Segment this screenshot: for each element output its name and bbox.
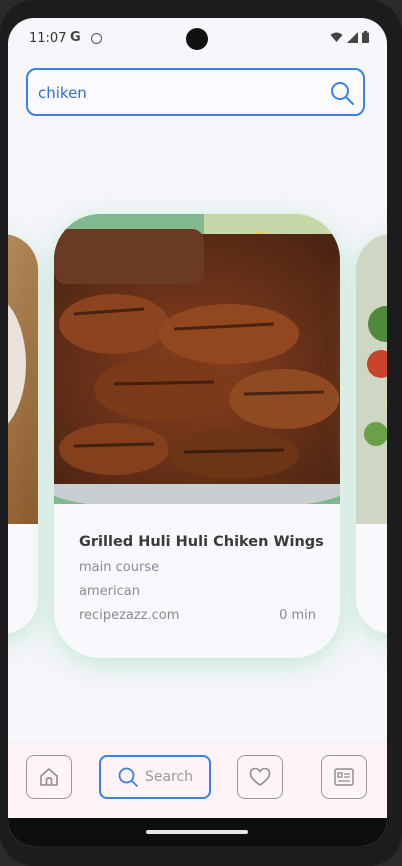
recipe-card-next[interactable]	[356, 234, 387, 634]
google-icon: G	[70, 30, 81, 45]
recipe-card-previous[interactable]	[8, 234, 38, 634]
home-indicator[interactable]	[146, 830, 248, 834]
nav-favorites-button[interactable]	[237, 755, 283, 799]
camera-cutout	[186, 28, 208, 50]
nav-search-button[interactable]: Search	[99, 755, 211, 799]
bottom-navigation: Search	[8, 742, 387, 819]
recipe-image	[356, 234, 387, 524]
recipe-image	[8, 234, 38, 524]
nav-search-label: Search	[144, 769, 194, 785]
recipe-time: 0 min	[279, 608, 316, 623]
status-time: 11:07	[29, 31, 67, 46]
signal-icon	[347, 31, 358, 43]
notification-icon	[91, 33, 102, 44]
search-icon	[118, 767, 138, 787]
recipe-category: main course	[79, 560, 160, 575]
device-frame: 11:07 G chiken Grilled Huli Huli Chiken …	[0, 0, 402, 866]
recipe-list-icon	[334, 768, 354, 786]
search-input[interactable]: chiken	[26, 68, 365, 116]
status-bar: 11:07 G	[8, 18, 387, 62]
nav-recipes-button[interactable]	[321, 755, 367, 799]
recipe-card[interactable]: Grilled Huli Huli Chiken Wings main cour…	[54, 214, 340, 658]
recipe-cuisine: american	[79, 584, 140, 599]
battery-icon	[362, 31, 369, 43]
status-icons	[330, 31, 369, 43]
recipe-image	[54, 214, 340, 504]
heart-icon	[249, 767, 271, 786]
search-query[interactable]: chiken	[38, 84, 87, 102]
recipe-source: recipezazz.com	[79, 608, 180, 623]
recipe-title: Grilled Huli Huli Chiken Wings	[79, 534, 324, 550]
nav-home-button[interactable]	[26, 755, 72, 799]
search-icon[interactable]	[329, 80, 355, 106]
home-icon	[40, 768, 58, 786]
wifi-icon	[330, 32, 343, 42]
app-screen: 11:07 G chiken Grilled Huli Huli Chiken …	[8, 18, 387, 846]
